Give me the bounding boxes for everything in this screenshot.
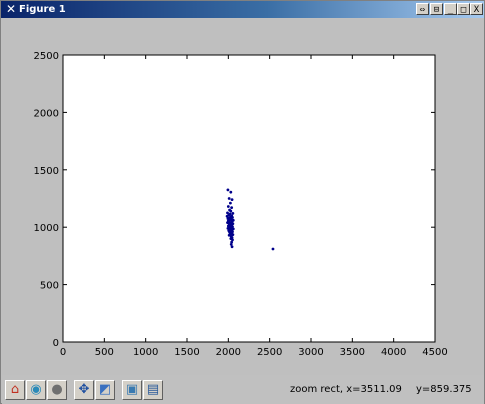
data-point <box>230 206 234 210</box>
resize-horizontal-button[interactable]: ⇔ <box>416 3 429 15</box>
data-point <box>226 188 230 192</box>
figure-window: ✕ Figure 1 ⇔ ⊟ _ □ X 0 500 1000 1500 2000 250… <box>0 0 485 404</box>
y-tick-label: 0 <box>53 338 59 349</box>
subplots-icon: ▣ <box>125 382 139 397</box>
x-tick-label: 4000 <box>381 347 406 358</box>
app-icon: ✕ <box>5 2 17 16</box>
x-tick-label: 0 <box>60 347 66 358</box>
save-button[interactable]: ▤ <box>143 380 163 400</box>
shade-button[interactable]: ⊟ <box>430 3 443 15</box>
back-icon: ◉ <box>30 382 42 397</box>
status-coordinates-x: zoom rect, x=3511.09 <box>290 384 402 395</box>
data-point <box>227 197 231 200</box>
data-point <box>230 245 234 249</box>
home-button[interactable]: ⌂ <box>5 380 25 400</box>
pan-button[interactable]: ✥ <box>74 380 94 400</box>
x-tick-label: 3500 <box>340 347 365 358</box>
x-tick-label: 1500 <box>174 347 199 358</box>
zoom-button[interactable]: ◩ <box>95 380 115 400</box>
pan-icon: ✥ <box>78 382 90 397</box>
home-icon: ⌂ <box>10 382 20 397</box>
forward-icon: ● <box>51 382 63 397</box>
data-point <box>229 190 233 194</box>
forward-button[interactable]: ● <box>47 380 67 400</box>
navigation-toolbar: ⌂ ◉ ● ✥ ◩ ▣ ▤ zoom rect, x=3511.09 y=859… <box>2 376 484 404</box>
close-button[interactable]: X <box>470 3 483 15</box>
data-point <box>271 247 275 251</box>
x-tick-label: 4500 <box>422 347 447 358</box>
data-point <box>229 209 233 213</box>
x-tick-label: 2000 <box>216 347 241 358</box>
window-title: Figure 1 <box>19 4 66 15</box>
status-coordinates-y: y=859.375 <box>416 384 472 395</box>
y-tick-label: 1500 <box>34 166 59 177</box>
figure-canvas[interactable]: 0 500 1000 1500 2000 2500 3000 3500 4000 4500 0 500… <box>2 19 484 375</box>
y-tick-label: 500 <box>40 281 59 292</box>
maximize-button[interactable]: □ <box>457 3 470 15</box>
y-tick-label: 1000 <box>34 223 59 234</box>
x-tick-label: 2500 <box>257 347 282 358</box>
data-point <box>226 205 230 208</box>
minimize-button[interactable]: _ <box>444 3 457 15</box>
scatter-plot[interactable]: 0 500 1000 1500 2000 2500 3000 3500 4000 4500 0 500… <box>2 19 484 375</box>
plot-area <box>62 54 436 343</box>
x-tick-label: 3000 <box>298 347 323 358</box>
subplots-button[interactable]: ▣ <box>122 380 142 400</box>
y-tick-label: 2000 <box>34 108 59 119</box>
data-point <box>230 198 234 202</box>
back-button[interactable]: ◉ <box>26 380 46 400</box>
save-icon: ▤ <box>146 382 160 397</box>
x-tick-label: 500 <box>95 347 114 358</box>
x-tick-label: 1000 <box>133 347 158 358</box>
zoom-icon: ◩ <box>98 382 112 397</box>
y-tick-label: 2500 <box>34 51 59 62</box>
title-bar[interactable]: ✕ Figure 1 ⇔ ⊟ _ □ X <box>1 1 484 18</box>
data-point <box>229 201 232 205</box>
